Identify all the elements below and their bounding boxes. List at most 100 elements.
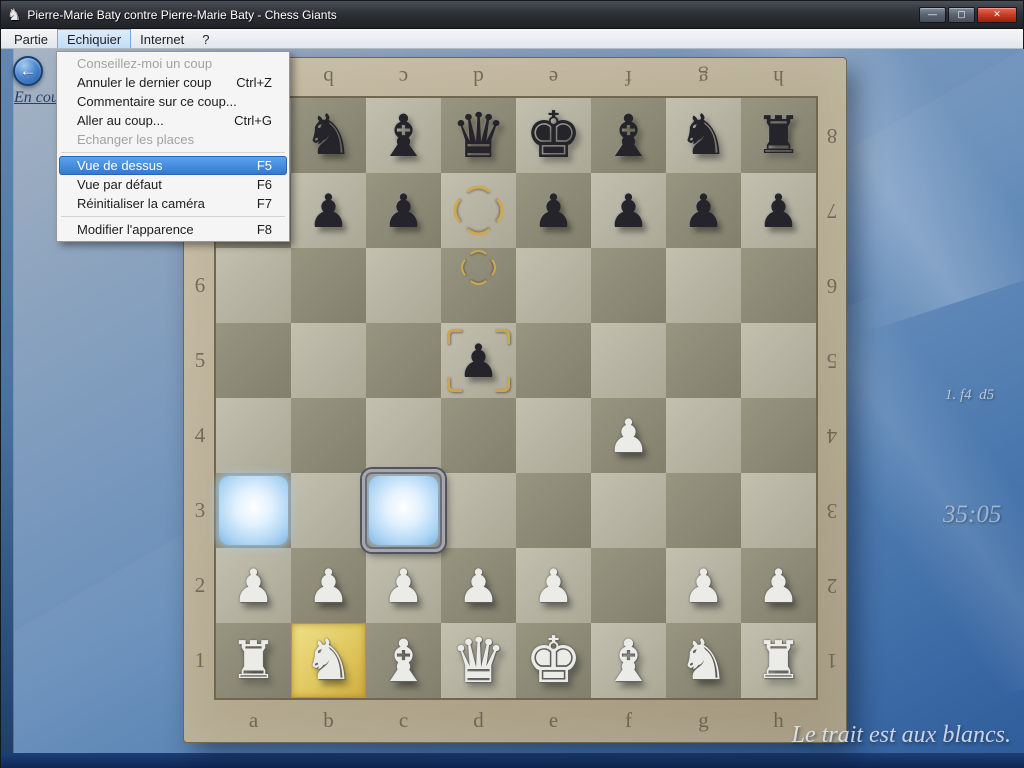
piece-white-pawn-c2[interactable]: ♟ [366,548,441,623]
gold-petal-icon [484,259,501,276]
file-label-bottom-d: d [441,700,516,740]
square-e6[interactable] [516,248,591,323]
piece-black-bishop-c8[interactable]: ♝ [366,98,441,173]
piece-black-pawn-e7[interactable]: ♟ [516,173,591,248]
square-g5[interactable] [666,323,741,398]
game-clock: 35:05 [943,501,1001,529]
square-c5[interactable] [366,323,441,398]
square-f5[interactable] [591,323,666,398]
gold-petal-icon [456,259,473,276]
move-path-marker-d6 [452,241,505,294]
piece-white-pawn-a2[interactable]: ♟ [216,548,291,623]
square-a6[interactable] [216,248,291,323]
background-left-strip [1,49,14,768]
rank-label-left-2: 2 [186,548,214,623]
piece-white-pawn-b2[interactable]: ♟ [291,548,366,623]
piece-black-pawn-c7[interactable]: ♟ [366,173,441,248]
piece-white-bishop-f1[interactable]: ♝ [591,623,666,698]
square-d4[interactable] [441,398,516,473]
square-a4[interactable] [216,398,291,473]
square-e5[interactable] [516,323,591,398]
close-button[interactable]: ✕ [977,7,1017,23]
window-title: Pierre-Marie Baty contre Pierre-Marie Ba… [27,8,919,22]
piece-black-pawn-f7[interactable]: ♟ [591,173,666,248]
piece-white-queen-d1[interactable]: ♛ [441,623,516,698]
menu-item-label: Echanger les places [77,132,194,147]
piece-black-knight-g8[interactable]: ♞ [666,98,741,173]
menu-item-shortcut: F6 [257,177,272,192]
gold-petal-icon [466,218,490,242]
square-f6[interactable] [591,248,666,323]
file-label-bottom-c: c [366,700,441,740]
square-e3[interactable] [516,473,591,548]
square-d3[interactable] [441,473,516,548]
square-f2[interactable] [591,548,666,623]
menu-item-modifier-l-apparence[interactable]: Modifier l'apparenceF8 [59,220,287,239]
file-label-bottom-e: e [516,700,591,740]
minimize-button[interactable]: — [919,7,946,23]
gold-petal-icon [466,178,490,202]
piece-black-queen-d8[interactable]: ♛ [441,98,516,173]
menu-item-annuler-le-dernier-coup[interactable]: Annuler le dernier coupCtrl+Z [59,73,287,92]
piece-white-pawn-g2[interactable]: ♟ [666,548,741,623]
piece-white-pawn-d2[interactable]: ♟ [441,548,516,623]
menu-separator [61,216,285,217]
square-e4[interactable] [516,398,591,473]
piece-black-king-e8[interactable]: ♚ [516,98,591,173]
square-h6[interactable] [741,248,816,323]
square-g3[interactable] [666,473,741,548]
piece-black-bishop-f8[interactable]: ♝ [591,98,666,173]
piece-white-pawn-e2[interactable]: ♟ [516,548,591,623]
menubar-item-internet[interactable]: Internet [131,29,193,48]
piece-white-rook-a1[interactable]: ♜ [216,623,291,698]
menu-separator [61,152,285,153]
piece-black-rook-h8[interactable]: ♜ [741,98,816,173]
window-controls: — ▢ ✕ [919,7,1017,23]
square-c4[interactable] [366,398,441,473]
square-h5[interactable] [741,323,816,398]
menubar-item-help[interactable]: ? [193,29,218,48]
background-bottom-band [1,753,1024,768]
menu-item-label: Aller au coup... [77,113,164,128]
piece-white-pawn-h2[interactable]: ♟ [741,548,816,623]
menu-item-vue-de-dessus[interactable]: Vue de dessusF5 [59,156,287,175]
file-label-top-c: c [366,61,441,95]
piece-white-king-e1[interactable]: ♚ [516,623,591,698]
menu-item-aller-au-coup[interactable]: Aller au coup...Ctrl+G [59,111,287,130]
square-b5[interactable] [291,323,366,398]
piece-black-pawn-g7[interactable]: ♟ [666,173,741,248]
square-h3[interactable] [741,473,816,548]
square-f3[interactable] [591,473,666,548]
menu-item-reinitialiser-la-camera[interactable]: Réinitialiser la caméraF7 [59,194,287,213]
piece-white-knight-g1[interactable]: ♞ [666,623,741,698]
square-g4[interactable] [666,398,741,473]
square-c6[interactable] [366,248,441,323]
back-button[interactable]: ← [13,56,43,86]
gold-corner-icon [495,377,510,392]
square-h4[interactable] [741,398,816,473]
piece-black-knight-b8[interactable]: ♞ [291,98,366,173]
maximize-button[interactable]: ▢ [948,7,975,23]
desktop-area: ♜♞♝♛♚♝♞♜♟♟♟♟♟♟♟♟♟♟♟♟♟♟♟♟♜♞♝♛♚♝♞♜ aabbccd… [1,49,1024,768]
title-bar[interactable]: ♞ Pierre-Marie Baty contre Pierre-Marie … [1,1,1023,29]
piece-black-pawn-h7[interactable]: ♟ [741,173,816,248]
square-b6[interactable] [291,248,366,323]
square-b4[interactable] [291,398,366,473]
menu-item-commentaire-sur-ce-coup[interactable]: Commentaire sur ce coup... [59,92,287,111]
menubar-item-partie[interactable]: Partie [5,29,57,48]
piece-white-pawn-f4[interactable]: ♟ [591,398,666,473]
menu-item-label: Annuler le dernier coup [77,75,211,90]
menu-item-vue-par-defaut[interactable]: Vue par défautF6 [59,175,287,194]
menubar-item-echiquier[interactable]: Echiquier [57,29,131,48]
app-icon: ♞ [7,5,21,24]
square-g6[interactable] [666,248,741,323]
rank-label-left-3: 3 [186,473,214,548]
piece-white-knight-b1[interactable]: ♞ [291,623,366,698]
square-b3[interactable] [291,473,366,548]
piece-white-bishop-c1[interactable]: ♝ [366,623,441,698]
file-label-bottom-b: b [291,700,366,740]
piece-white-rook-h1[interactable]: ♜ [741,623,816,698]
piece-black-pawn-b7[interactable]: ♟ [291,173,366,248]
file-label-bottom-a: a [216,700,291,740]
square-a5[interactable] [216,323,291,398]
